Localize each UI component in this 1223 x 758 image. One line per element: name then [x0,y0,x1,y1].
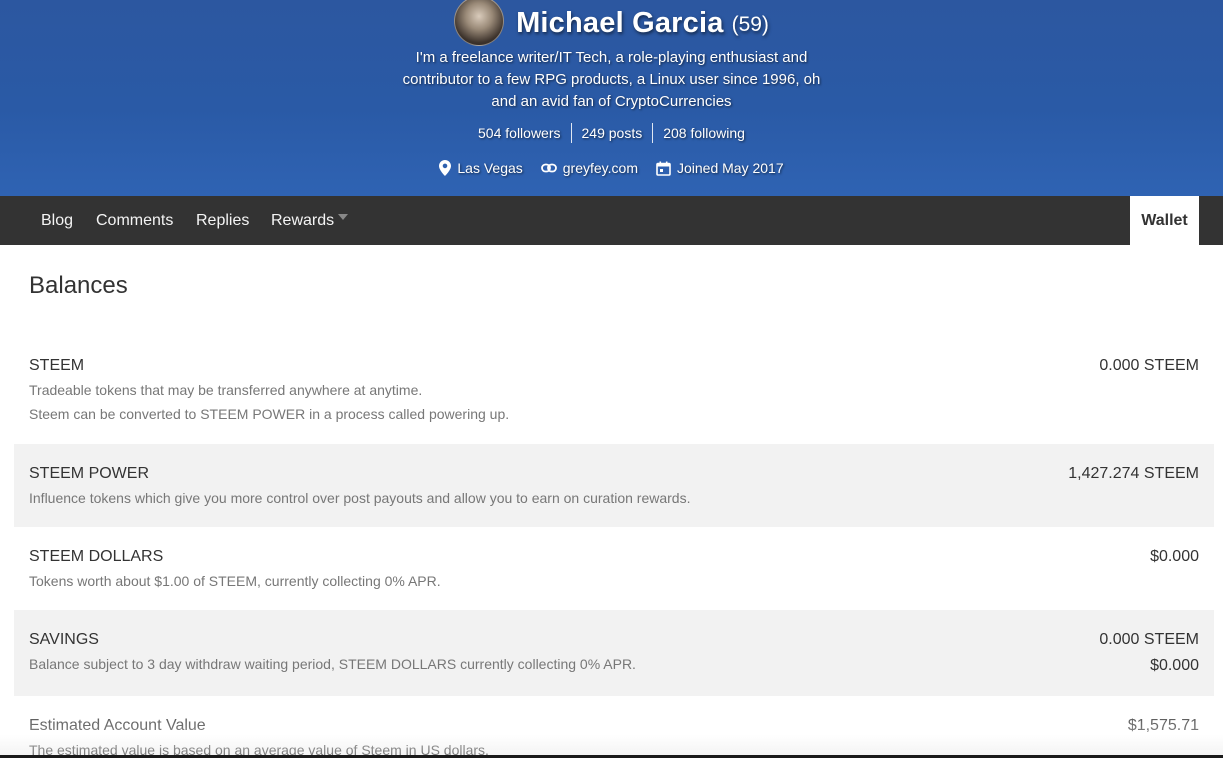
tab-wallet[interactable]: Wallet [1130,196,1199,245]
estimated-value-amount: $1,575.71 [1127,717,1199,734]
website: greyfey.com [540,160,638,176]
balance-row-steem-power: STEEM POWER Influence tokens which give … [14,444,1214,527]
location-text: Las Vegas [457,160,523,176]
tab-rewards[interactable]: Rewards [271,196,349,245]
steem-power-amount[interactable]: 1,427.274 STEEM [1068,465,1199,483]
tab-comments[interactable]: Comments [96,196,173,245]
savings-sbd-amount[interactable]: $0.000 [1150,657,1199,675]
joined-text: Joined May 2017 [676,160,784,176]
website-link[interactable]: greyfey.com [563,160,638,176]
profile-title-row: Michael Garcia (59) [0,0,1223,46]
steem-dollars-label: STEEM DOLLARS [29,548,164,565]
profile-about: I'm a freelance writer/IT Tech, a role-p… [402,49,821,110]
profile-meta: Las Vegas greyfey.com Joined May 2017 [0,157,1223,179]
balance-row-savings: SAVINGS Balance subject to 3 day withdra… [14,610,1214,696]
avatar[interactable] [454,0,505,46]
tab-rewards-label: Rewards [271,212,335,229]
steem-label: STEEM [29,357,85,374]
steem-amount[interactable]: 0.000 STEEM [1099,357,1199,375]
profile-stats: 504 followers 249 posts 208 following [0,122,1223,144]
followers-link[interactable]: 504 followers [468,125,571,141]
steem-dollars-desc: Tokens worth about $1.00 of STEEM, curre… [29,573,441,589]
savings-label: SAVINGS [29,631,99,648]
location: Las Vegas [439,160,523,176]
reputation-score: (59) [731,13,769,36]
balance-row-steem: STEEM Tradeable tokens that may be trans… [14,344,1214,444]
profile-nav: Blog Comments Replies Rewards Wallet [0,196,1223,245]
posts-count: 249 posts [581,125,643,141]
map-pin-icon [439,160,452,176]
tab-blog[interactable]: Blog [41,196,73,245]
link-icon [540,163,557,173]
calendar-icon [656,161,671,176]
steem-desc-2: Steem can be converted to STEEM POWER in… [29,406,510,422]
savings-steem-amount[interactable]: 0.000 STEEM [1099,631,1199,649]
steem-power-desc: Influence tokens which give you more con… [29,490,691,506]
steem-power-label: STEEM POWER [29,465,150,482]
following-link[interactable]: 208 following [653,125,755,141]
steem-desc: Tradeable tokens that may be transferred… [29,382,423,398]
joined-date: Joined May 2017 [656,160,784,176]
chevron-down-icon [338,213,349,220]
steem-dollars-amount[interactable]: $0.000 [1150,548,1199,566]
estimated-value-label: Estimated Account Value [29,717,206,734]
balance-row-steem-dollars: STEEM DOLLARS Tokens worth about $1.00 o… [14,527,1214,610]
page-title: Balances [29,272,128,299]
savings-desc: Balance subject to 3 day withdraw waitin… [29,656,636,672]
balance-row-estimated: Estimated Account Value The estimated va… [14,696,1214,758]
profile-name: Michael Garcia [516,6,724,39]
tab-replies[interactable]: Replies [196,196,249,245]
profile-header: Michael Garcia (59) I'm a freelance writ… [0,0,1223,196]
